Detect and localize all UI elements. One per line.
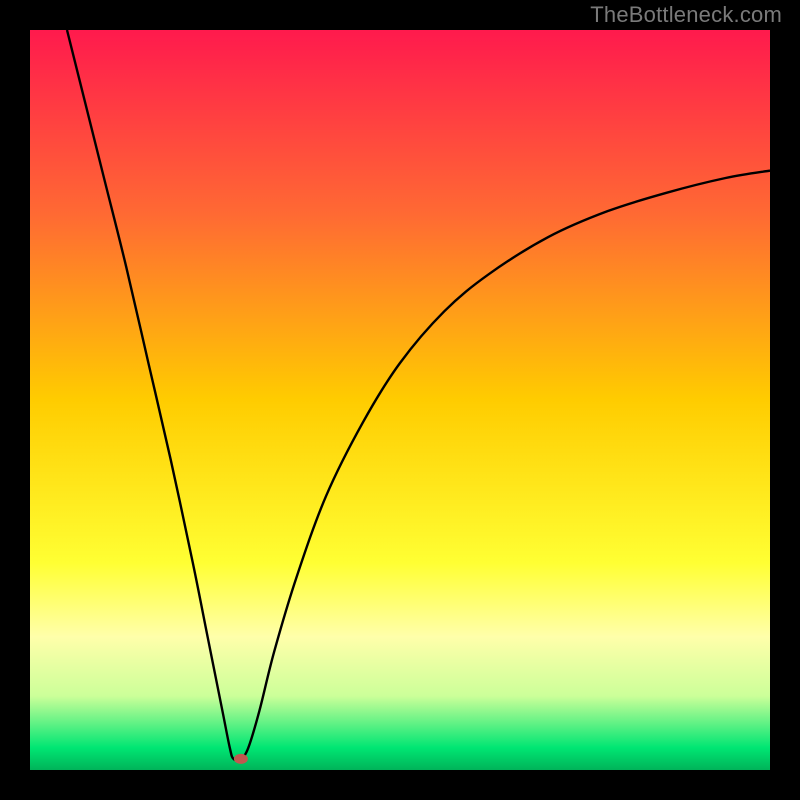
attribution-label: TheBottleneck.com	[590, 2, 782, 28]
minimum-marker	[234, 754, 248, 764]
chart-svg	[30, 30, 770, 770]
plot-area	[30, 30, 770, 770]
chart-canvas: TheBottleneck.com	[0, 0, 800, 800]
gradient-background	[30, 30, 770, 770]
